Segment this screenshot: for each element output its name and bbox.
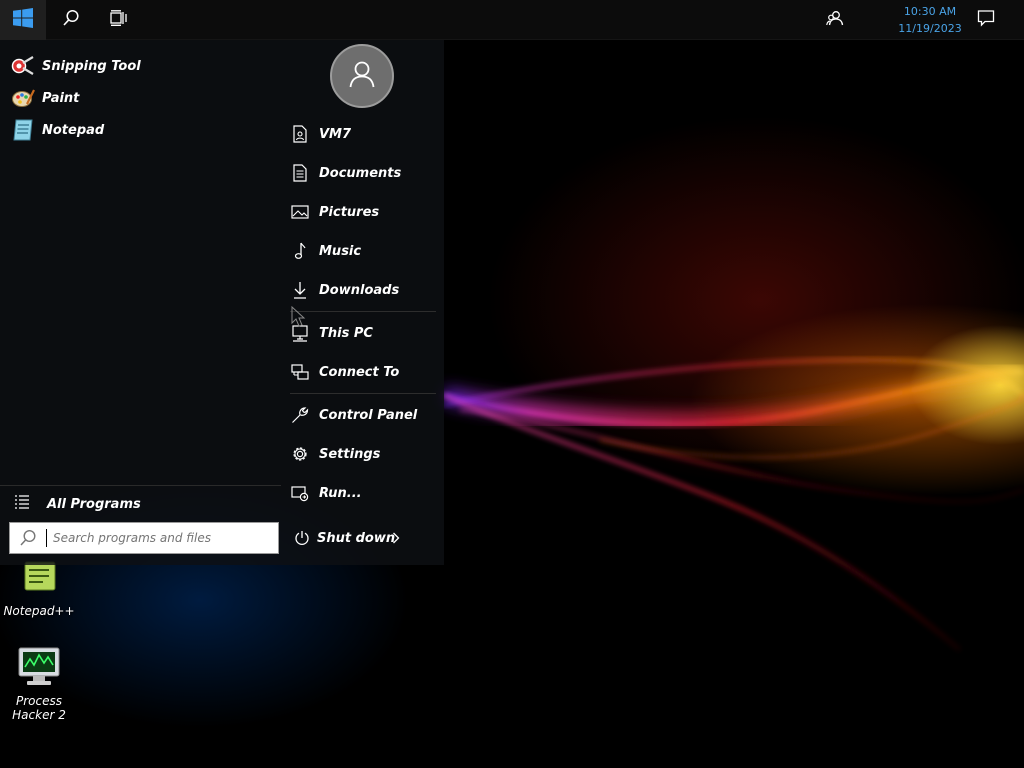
place-item-music[interactable]: Music xyxy=(290,236,440,266)
gear-icon xyxy=(290,444,310,464)
pinned-item-snipping-tool[interactable]: Snipping Tool xyxy=(10,52,270,80)
all-programs-button[interactable]: All Programs xyxy=(10,490,270,518)
shutdown-button[interactable]: Shut down xyxy=(294,523,404,553)
pinned-item-notepad[interactable]: Notepad xyxy=(10,116,270,144)
taskbar-search-button[interactable] xyxy=(48,0,94,40)
start-menu-places-column: VM7 Documents Pictures Music Downloads T… xyxy=(282,40,444,565)
start-menu-programs-column: Snipping Tool Paint Notepad All Programs xyxy=(0,40,281,565)
clock-date: 11/19/2023 xyxy=(898,22,962,35)
place-item-pictures[interactable]: Pictures xyxy=(290,197,440,227)
document-icon xyxy=(290,163,310,183)
start-button[interactable] xyxy=(0,0,46,40)
place-item-user-folder[interactable]: VM7 xyxy=(290,119,440,149)
desktop-icon-label: Process Hacker 2 xyxy=(12,694,66,722)
picture-icon xyxy=(290,202,310,222)
run-icon xyxy=(290,483,310,503)
place-label: VM7 xyxy=(319,126,352,142)
place-label: Downloads xyxy=(319,282,400,298)
user-avatar[interactable] xyxy=(330,44,394,108)
notepad-icon xyxy=(10,117,36,143)
place-label: Settings xyxy=(319,446,381,462)
start-search-box[interactable] xyxy=(9,522,279,554)
text-caret xyxy=(46,529,47,547)
pinned-item-label: Snipping Tool xyxy=(42,58,141,74)
place-label: Control Panel xyxy=(319,407,418,423)
process-hacker-icon xyxy=(14,644,64,690)
action-center-button[interactable] xyxy=(963,0,1009,40)
place-label: Documents xyxy=(319,165,402,181)
chevron-right-icon xyxy=(392,529,400,548)
places-divider xyxy=(290,311,436,312)
power-icon xyxy=(294,530,314,546)
task-view-button[interactable] xyxy=(96,0,142,40)
people-button[interactable] xyxy=(812,0,858,40)
taskbar: 10:30 AM 11/19/2023 xyxy=(0,0,1024,40)
place-item-run[interactable]: Run... xyxy=(290,478,440,508)
pinned-item-label: Paint xyxy=(42,90,80,106)
search-icon xyxy=(10,529,46,547)
place-item-documents[interactable]: Documents xyxy=(290,158,440,188)
control-panel-icon xyxy=(290,405,310,425)
user-folder-icon xyxy=(290,124,310,144)
clock-time: 10:30 AM xyxy=(903,5,957,18)
snipping-tool-icon xyxy=(10,53,36,79)
place-label: Run... xyxy=(319,485,362,501)
pinned-item-paint[interactable]: Paint xyxy=(10,84,270,112)
place-item-connect-to[interactable]: Connect To xyxy=(290,357,440,387)
pinned-item-label: Notepad xyxy=(42,122,105,138)
place-label: This PC xyxy=(319,325,373,341)
place-label: Pictures xyxy=(319,204,380,220)
place-item-settings[interactable]: Settings xyxy=(290,439,440,469)
taskbar-clock[interactable]: 10:30 AM 11/19/2023 xyxy=(886,3,974,37)
desktop-icon-label: Notepad++ xyxy=(3,604,75,618)
search-input[interactable] xyxy=(53,531,253,545)
user-icon xyxy=(347,59,377,93)
list-icon xyxy=(14,494,36,514)
windows-logo-icon xyxy=(13,8,33,32)
music-icon xyxy=(290,241,310,261)
place-label: Music xyxy=(319,243,362,259)
search-icon xyxy=(62,9,80,31)
places-divider xyxy=(290,393,436,394)
people-icon xyxy=(826,10,844,30)
place-item-this-pc[interactable]: This PC xyxy=(290,318,440,348)
start-menu-divider xyxy=(0,485,281,486)
shutdown-label: Shut down xyxy=(317,530,396,546)
place-item-downloads[interactable]: Downloads xyxy=(290,275,440,305)
task-view-icon xyxy=(110,10,128,30)
place-item-control-panel[interactable]: Control Panel xyxy=(290,400,440,430)
shutdown-options-button[interactable] xyxy=(392,529,404,547)
place-label: Connect To xyxy=(319,364,400,380)
mouse-cursor xyxy=(291,305,307,332)
download-icon xyxy=(290,280,310,300)
all-programs-label: All Programs xyxy=(47,496,141,512)
network-icon xyxy=(290,362,310,382)
paint-icon xyxy=(10,85,36,111)
start-menu: Snipping Tool Paint Notepad All Programs xyxy=(0,40,444,565)
desktop-icon-process-hacker[interactable]: Process Hacker 2 xyxy=(1,644,77,722)
action-center-icon xyxy=(977,9,995,31)
